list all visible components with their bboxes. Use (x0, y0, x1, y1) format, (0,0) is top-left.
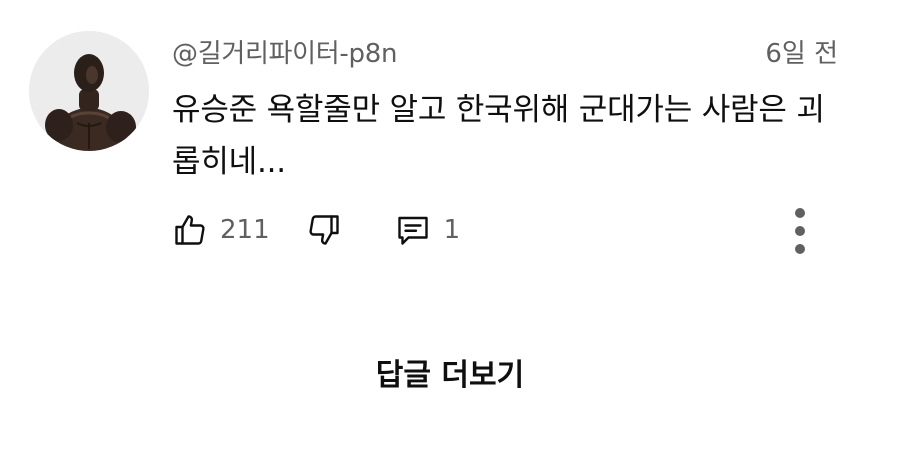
like-count: 211 (220, 215, 270, 245)
more-dot (795, 226, 805, 236)
dislike-button[interactable] (306, 212, 342, 248)
more-dot (795, 244, 805, 254)
reply-button[interactable]: 1 (394, 212, 461, 248)
comment-author[interactable]: @길거리파이터-p8n (172, 33, 397, 70)
comment-text: 유승준 욕할줄만 알고 한국위해 군대가는 사람은 괴롭히네... (172, 92, 825, 180)
reply-count: 1 (443, 215, 461, 245)
thumb-up-icon (172, 212, 208, 248)
comment-icon (394, 212, 432, 248)
like-button[interactable]: 211 (172, 212, 270, 248)
thumb-down-icon (306, 212, 342, 248)
comment-card: @길거리파이터-p8n 6일 전 유승준 욕할줄만 알고 한국위해 군대가는 사… (0, 0, 900, 451)
avatar[interactable] (29, 31, 149, 151)
more-dot (795, 208, 805, 218)
avatar-image (29, 31, 149, 151)
comment-actions: 211 1 (172, 208, 460, 252)
more-replies-button[interactable]: 답글 더보기 (0, 350, 900, 394)
comment-timestamp: 6일 전 (765, 39, 838, 69)
more-vertical-icon[interactable] (788, 208, 812, 254)
